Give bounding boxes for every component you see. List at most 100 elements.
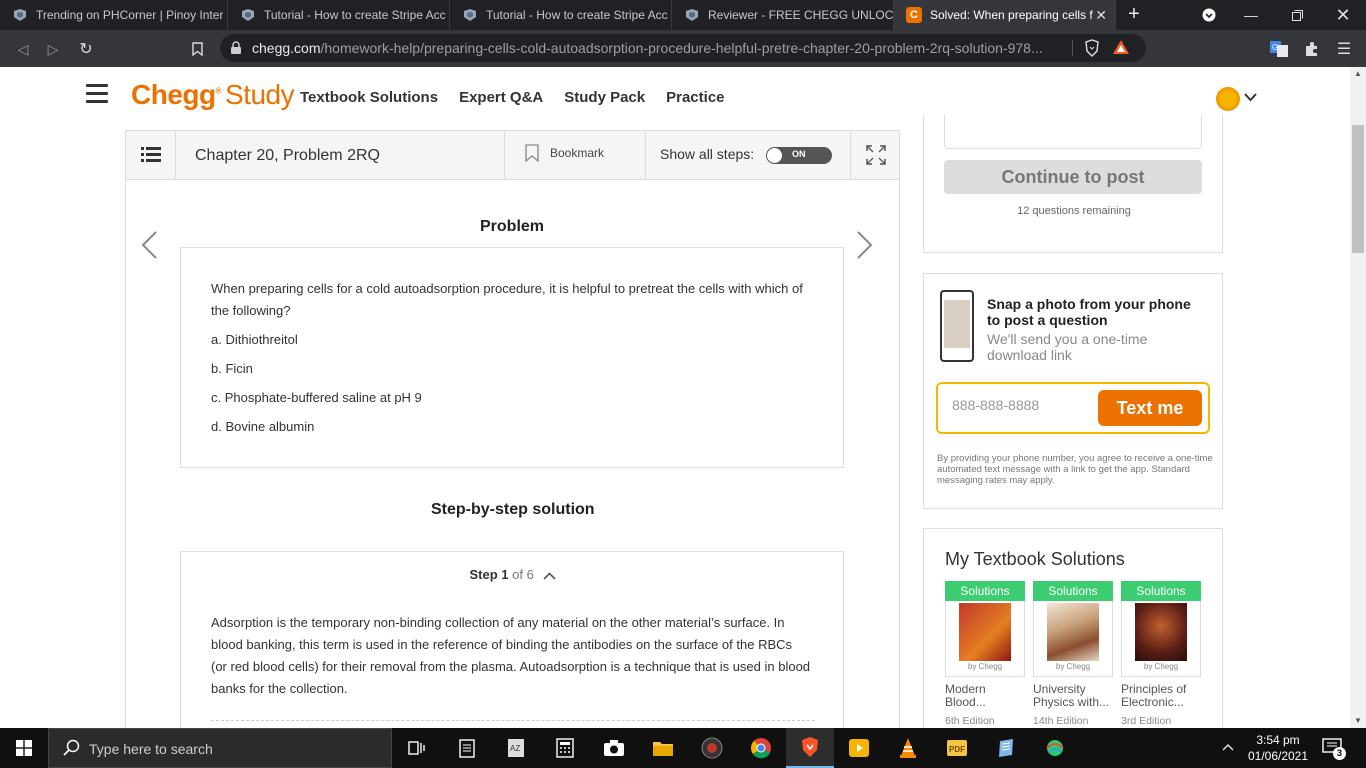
book-cover-image [959, 603, 1011, 661]
solution-heading: Step-by-step solution [431, 501, 595, 518]
chevron-left-icon[interactable] [140, 230, 158, 265]
brave-shield-icon[interactable] [1084, 39, 1100, 62]
camera-app-icon[interactable] [590, 728, 638, 768]
pdf-reader-icon[interactable]: PDF [933, 728, 981, 768]
url-domain: chegg.com [252, 40, 321, 56]
browser-tab-5-active[interactable]: C Solved: When preparing cells f ✕ [894, 0, 1116, 30]
table-of-contents-icon[interactable] [126, 131, 176, 179]
textbook-solutions-title: My Textbook Solutions [945, 549, 1125, 569]
svg-text:G: G [1272, 43, 1278, 52]
extensions-puzzle-icon[interactable] [1303, 40, 1321, 58]
new-tab-icon[interactable]: + [1124, 4, 1144, 26]
clock-time: 3:54 pm [1256, 733, 1300, 747]
vlc-icon[interactable] [884, 728, 932, 768]
scroll-down-icon[interactable]: ▼ [1350, 714, 1366, 728]
notes-app-icon[interactable] [443, 728, 491, 768]
url-path: /homework-help/preparing-cells-cold-auto… [320, 40, 1043, 56]
browser-tab-title: Tutorial - How to create Stripe Acc [486, 8, 668, 22]
chevron-up-icon[interactable] [543, 568, 557, 583]
by-chegg-label: by Chegg [967, 662, 1003, 671]
step-of-total: of 6 [512, 567, 534, 582]
file-explorer-icon[interactable] [639, 728, 687, 768]
chevron-down-icon[interactable] [1244, 89, 1257, 105]
browser-tab-4[interactable]: Reviewer - FREE CHEGG UNLOCKS [672, 0, 894, 30]
by-chegg-label: by Chegg [1055, 662, 1091, 671]
scrollbar-thumb[interactable] [1352, 125, 1364, 253]
scroll-up-icon[interactable]: ▲ [1350, 67, 1366, 81]
reload-icon[interactable]: ↻ [75, 38, 97, 60]
browser-toolbar: ◁ ▷ ↻ chegg.com/homework-help/preparing-… [0, 30, 1366, 67]
omnibox-icons [1084, 39, 1130, 62]
windows-start-icon[interactable] [0, 728, 48, 768]
forward-icon[interactable]: ▷ [42, 38, 64, 60]
task-view-icon[interactable] [393, 728, 441, 768]
show-all-steps-toggle[interactable]: ON [766, 147, 832, 164]
browser-menu-icon[interactable]: ☰ [1335, 40, 1353, 58]
chegg-study-logo[interactable]: Chegg® Study [131, 79, 295, 111]
book-edition: 6th Edition [945, 715, 995, 727]
bookmark-page-icon[interactable] [186, 38, 208, 60]
textbook-item-2[interactable]: Solutions by Chegg University Physics wi… [1033, 581, 1113, 727]
questions-remaining: 12 questions remaining [1017, 205, 1131, 217]
avatar[interactable] [1216, 87, 1240, 111]
toggle-knob [767, 148, 782, 163]
taskbar-search-input[interactable] [89, 741, 369, 757]
page-viewport: Chegg® Study Textbook Solutions Expert Q&… [0, 67, 1350, 728]
svg-text:AZ: AZ [510, 744, 520, 753]
book-cover-image [1135, 603, 1187, 661]
bookmark-button[interactable]: Bookmark [504, 131, 646, 179]
url-text: chegg.com/homework-help/preparing-cells-… [252, 40, 1052, 56]
brave-rewards-icon[interactable] [1112, 39, 1130, 62]
search-icon [63, 739, 81, 762]
textbook-item-3[interactable]: Solutions by Chegg Principles of Electro… [1121, 581, 1201, 727]
restore-icon[interactable] [1274, 0, 1320, 30]
brave-browser-icon[interactable] [786, 728, 834, 768]
notification-center-icon[interactable]: 3 [1322, 738, 1346, 760]
back-icon[interactable]: ◁ [12, 38, 34, 60]
close-window-icon[interactable]: ✕ [1320, 0, 1366, 30]
chrome-icon[interactable] [737, 728, 785, 768]
chevron-right-icon[interactable] [856, 230, 874, 265]
fullscreen-expand-icon[interactable] [850, 131, 900, 179]
minimize-icon[interactable]: — [1228, 0, 1274, 30]
nav-study-pack[interactable]: Study Pack [564, 89, 645, 106]
sms-disclaimer: By providing your phone number, you agre… [937, 453, 1213, 486]
book-edition: 3rd Edition [1121, 715, 1172, 727]
taskbar-clock[interactable]: 3:54 pm 01/06/2021 [1246, 732, 1310, 764]
address-bar[interactable]: chegg.com/homework-help/preparing-cells-… [220, 34, 1146, 62]
textbook-item-1[interactable]: Solutions by Chegg Modern Blood... 6th E… [945, 581, 1025, 727]
browser-tab-3[interactable]: Tutorial - How to create Stripe Acc [450, 0, 672, 30]
solutions-badge: Solutions [1033, 581, 1113, 601]
page-scrollbar[interactable]: ▲ ▼ [1350, 67, 1366, 728]
book-title: University Physics with... [1033, 682, 1110, 709]
nav-expert-qa[interactable]: Expert Q&A [459, 89, 543, 106]
dictionary-app-icon[interactable]: AZ [492, 728, 540, 768]
step-header[interactable]: Step 1 of 6 [181, 567, 845, 583]
question-input[interactable] [944, 115, 1202, 149]
my-textbook-solutions-card: My Textbook Solutions Solutions by Chegg… [923, 528, 1223, 728]
book-title: Modern Blood... [945, 682, 986, 709]
chevron-up-tray-icon[interactable] [1222, 740, 1234, 754]
browser-tab-1[interactable]: Trending on PHCorner | Pinoy Inter [0, 0, 228, 30]
problem-option-d: d. Bovine albumin [211, 419, 315, 434]
network-app-icon[interactable] [1031, 728, 1079, 768]
taskbar-search[interactable] [48, 728, 392, 768]
close-tab-icon[interactable]: ✕ [1095, 7, 1107, 24]
show-all-steps-label: Show all steps: [660, 146, 755, 162]
video-player-icon[interactable] [835, 728, 883, 768]
notepad-icon[interactable] [982, 728, 1030, 768]
calculator-icon[interactable] [541, 728, 589, 768]
translate-extension-icon[interactable]: G [1270, 40, 1288, 58]
step-divider [211, 720, 815, 721]
phone-number-input[interactable] [952, 397, 1092, 413]
nav-practice[interactable]: Practice [666, 89, 724, 106]
profile-menu-icon[interactable] [1186, 0, 1232, 30]
continue-to-post-button[interactable]: Continue to post [944, 160, 1202, 194]
step-text: Adsorption is the temporary non-binding … [211, 615, 811, 696]
hamburger-menu-icon[interactable] [86, 84, 108, 104]
nav-textbook-solutions[interactable]: Textbook Solutions [300, 89, 438, 106]
media-player-icon[interactable] [688, 728, 736, 768]
text-me-button[interactable]: Text me [1098, 390, 1202, 426]
logo-registered-mark: ® [215, 86, 222, 96]
browser-tab-2[interactable]: Tutorial - How to create Stripe Acc [228, 0, 450, 30]
